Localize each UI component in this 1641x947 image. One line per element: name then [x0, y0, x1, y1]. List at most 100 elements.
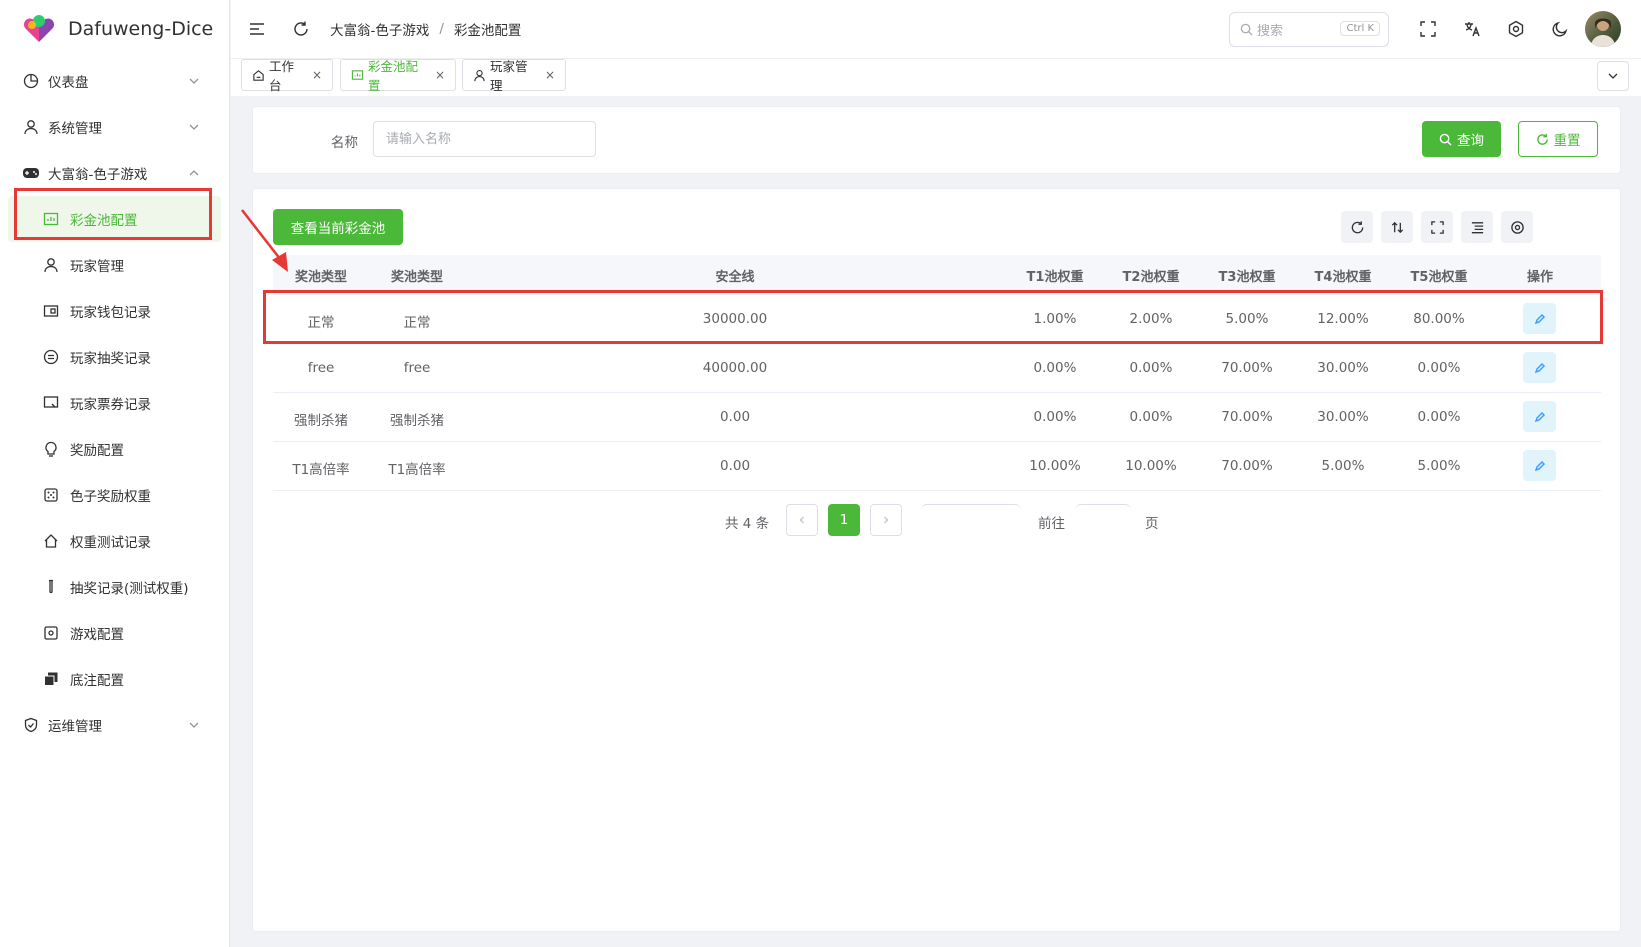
edit-button[interactable]: [1523, 450, 1556, 481]
sidebar-item-label: 仪表盘: [48, 75, 89, 91]
sidebar-item-ticket-records[interactable]: 玩家票券记录: [0, 380, 229, 426]
table-density-button[interactable]: [1461, 211, 1493, 243]
filter-panel: 名称 查询 重置: [252, 106, 1621, 174]
sidebar-item-label: 奖励配置: [70, 443, 124, 459]
brand[interactable]: Dafuweng-Dice: [0, 0, 229, 58]
next-page-button[interactable]: [870, 504, 902, 536]
home-icon: [252, 69, 265, 82]
translate-button[interactable]: [1455, 12, 1489, 46]
tab-workbench[interactable]: 工作台 ×: [241, 59, 333, 93]
sidebar-item-player-manage[interactable]: 玩家管理: [0, 242, 229, 288]
column-header[interactable]: T3池权重: [1199, 266, 1295, 285]
sidebar-item-label: 玩家钱包记录: [70, 305, 151, 321]
theme-toggle-button[interactable]: [1543, 12, 1577, 46]
goto-label: 前往: [1038, 516, 1065, 532]
fullscreen-button[interactable]: [1411, 12, 1445, 46]
table-settings-button[interactable]: [1501, 211, 1533, 243]
close-icon[interactable]: ×: [545, 68, 555, 82]
edit-button[interactable]: [1523, 303, 1556, 334]
sidebar-item-weight-test[interactable]: 权重测试记录: [0, 518, 229, 564]
pagination-total: 共 4 条: [725, 516, 770, 532]
sidebar-item-game-config[interactable]: 游戏配置: [0, 610, 229, 656]
sidebar-item-label: 彩金池配置: [70, 213, 138, 229]
tab-label: 玩家管理: [490, 59, 528, 93]
table-cell: 30000.00: [702, 311, 768, 327]
refresh-button[interactable]: [284, 12, 318, 46]
user-icon: [22, 118, 40, 136]
sidebar-item-wallet-records[interactable]: 玩家钱包记录: [0, 288, 229, 334]
test-tube-icon: [42, 578, 60, 596]
table-cell: 正常: [307, 315, 335, 331]
table-cell: 0.00%: [1417, 409, 1461, 425]
table-cell: 0.00%: [1129, 409, 1173, 425]
table-card: 查看当前彩金池 奖池类型 奖池类型 安全线 T1池权重 T2池权重 T3池权重 …: [252, 188, 1621, 932]
table-sort-button[interactable]: [1381, 211, 1413, 243]
sidebar-item-label: 底注配置: [70, 673, 124, 689]
tabs-more-button[interactable]: [1597, 61, 1629, 91]
menu-toggle-button[interactable]: [240, 12, 274, 46]
table-cell: 70.00%: [1221, 360, 1273, 376]
home-icon: [42, 532, 60, 550]
sidebar-item-draw-records[interactable]: 玩家抽奖记录: [0, 334, 229, 380]
sidebar-item-draw-test-weight[interactable]: 抽奖记录(测试权重): [0, 564, 229, 610]
table-fullscreen-button[interactable]: [1421, 211, 1453, 243]
sidebar-item-system[interactable]: 系统管理: [0, 104, 229, 150]
breadcrumb-item[interactable]: 大富翁-色子游戏: [330, 19, 429, 39]
annotation-arrow-icon: [241, 209, 288, 272]
brand-name: Dafuweng-Dice: [68, 18, 214, 40]
tab-jackpot-config[interactable]: 彩金池配置 ×: [340, 59, 456, 93]
list-circle-icon: [42, 348, 60, 366]
dice-icon: [42, 486, 60, 504]
page-size-select[interactable]: [921, 504, 1021, 536]
table-cell: 0.00: [719, 458, 751, 474]
query-button[interactable]: 查询: [1422, 121, 1501, 157]
sidebar-item-jackpot-config[interactable]: 彩金池配置: [8, 196, 221, 242]
table-cell: 70.00%: [1221, 458, 1273, 474]
column-header[interactable]: T2池权重: [1103, 266, 1199, 285]
tab-player-manage[interactable]: 玩家管理 ×: [462, 59, 566, 93]
table-row: free free 40000.00 0.00% 0.00% 70.00% 30…: [273, 344, 1601, 393]
query-label: 查询: [1457, 133, 1484, 149]
table-cell: free: [403, 360, 431, 376]
sidebar-item-dashboard[interactable]: 仪表盘: [0, 58, 229, 104]
close-icon[interactable]: ×: [435, 68, 445, 82]
pencil-icon: [1534, 313, 1546, 325]
column-header: 操作: [1526, 269, 1553, 285]
table-refresh-button[interactable]: [1341, 211, 1373, 243]
column-header[interactable]: 安全线: [465, 266, 1005, 285]
sidebar-item-dice-game[interactable]: 大富翁-色子游戏: [0, 150, 229, 196]
search-shortcut: Ctrl K: [1340, 21, 1380, 36]
table-cell: 0.00%: [1033, 409, 1077, 425]
close-icon[interactable]: ×: [312, 68, 322, 82]
gamepad-icon: [22, 164, 40, 182]
user-icon: [42, 256, 60, 274]
column-header[interactable]: T5池权重: [1391, 266, 1487, 285]
chevron-right-icon: [881, 515, 891, 525]
column-header[interactable]: 奖池类型: [369, 266, 465, 285]
table-cell: 5.00%: [1417, 458, 1461, 474]
sidebar-item-bet-config[interactable]: 底注配置: [0, 656, 229, 702]
table-cell: 70.00%: [1221, 409, 1273, 425]
table-cell: T1高倍率: [388, 462, 446, 478]
page-jump-input[interactable]: [1075, 504, 1131, 536]
monitor-icon: [42, 394, 60, 412]
page-number-button[interactable]: 1: [828, 504, 860, 536]
edit-button[interactable]: [1523, 401, 1556, 432]
reset-button[interactable]: 重置: [1518, 121, 1598, 157]
sidebar-item-dice-reward-weight[interactable]: 色子奖励权重: [0, 472, 229, 518]
table-cell: free: [307, 360, 335, 376]
sidebar-item-reward-config[interactable]: 奖励配置: [0, 426, 229, 472]
reset-label: 重置: [1553, 133, 1581, 149]
edit-button[interactable]: [1523, 352, 1556, 383]
settings-button[interactable]: [1499, 12, 1533, 46]
tab-label: 彩金池配置: [368, 59, 419, 93]
name-input[interactable]: [373, 121, 596, 157]
prev-page-button[interactable]: [786, 504, 818, 536]
chart-board-icon: [351, 69, 364, 82]
column-header[interactable]: T4池权重: [1295, 266, 1391, 285]
column-header[interactable]: T1池权重: [1007, 266, 1103, 285]
sidebar-item-ops[interactable]: 运维管理: [0, 702, 229, 748]
avatar[interactable]: [1585, 11, 1621, 47]
sidebar-item-label: 色子奖励权重: [70, 489, 151, 505]
search-input[interactable]: 搜索 Ctrl K: [1229, 12, 1389, 47]
